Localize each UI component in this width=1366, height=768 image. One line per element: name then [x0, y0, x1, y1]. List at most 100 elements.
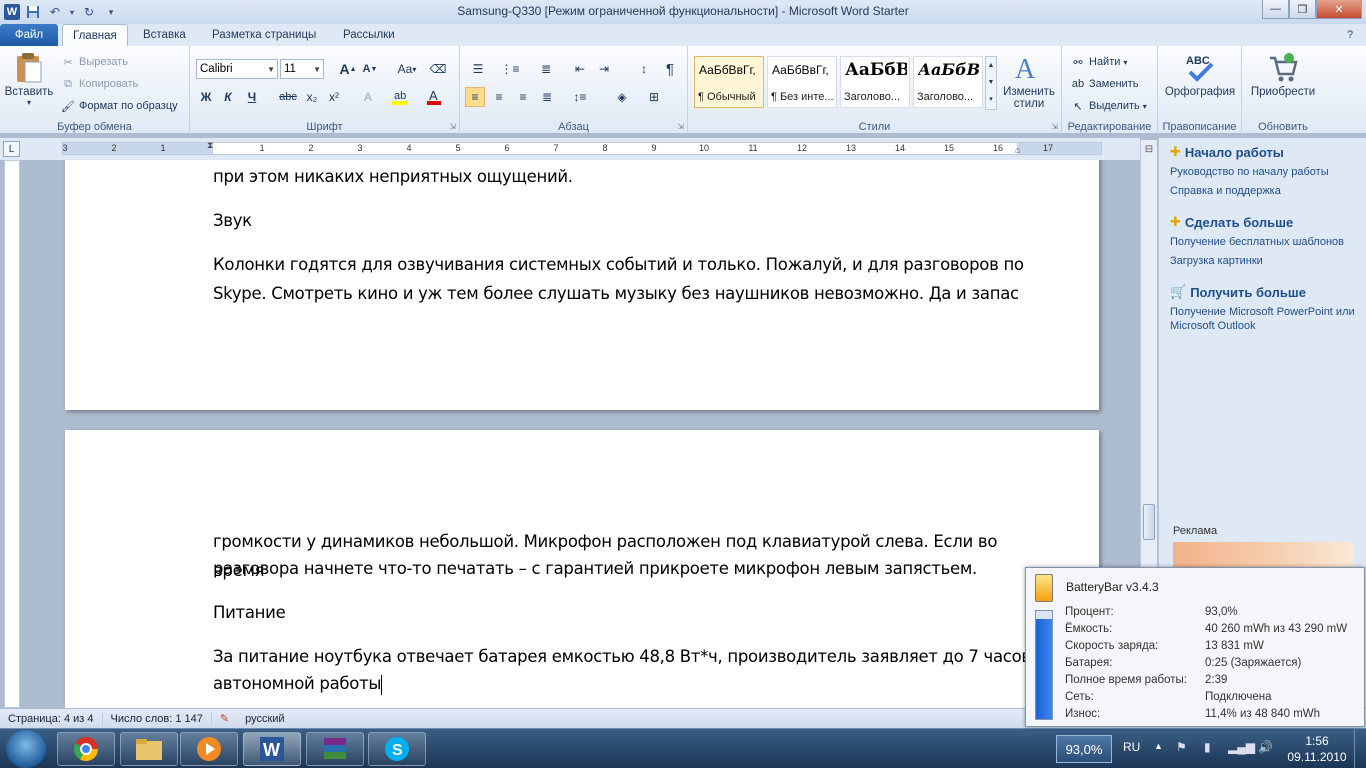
font-size-select[interactable]: 11 ▼: [280, 59, 324, 79]
heading-power[interactable]: Питание: [213, 598, 1033, 627]
style-heading-1[interactable]: АаБбВ Заголово...: [840, 56, 910, 108]
right-indent-marker-icon[interactable]: ⌂: [1015, 145, 1025, 155]
tab-home[interactable]: Главная: [62, 24, 128, 46]
dialog-launcher-icon[interactable]: ⇲: [677, 122, 684, 131]
superscript-button[interactable]: x²: [324, 87, 344, 107]
paragraph-last[interactable]: автономной работы: [213, 669, 383, 698]
highlight-button[interactable]: ab: [388, 87, 414, 107]
line-spacing-icon[interactable]: ↕≡: [570, 87, 590, 107]
grow-font-button[interactable]: A ▲: [338, 59, 358, 79]
paragraph[interactable]: разговора начнете что-то печатать – с га…: [213, 554, 1033, 583]
align-right-icon[interactable]: ≡: [513, 87, 533, 107]
tab-file[interactable]: Файл: [0, 24, 58, 46]
strikethrough-button[interactable]: abc: [276, 87, 300, 107]
tab-selector[interactable]: L: [3, 141, 20, 157]
page-3[interactable]: при этом никаких неприятных ощущений. Зв…: [65, 160, 1099, 410]
tab-mailings[interactable]: Рассылки: [343, 24, 395, 46]
redo-icon[interactable]: ↻: [80, 3, 98, 21]
bold-button[interactable]: Ж: [196, 87, 216, 107]
paragraph[interactable]: За питание ноутбука отвечает батарея емк…: [213, 642, 1033, 671]
chrome-icon[interactable]: [57, 732, 115, 766]
start-button[interactable]: [6, 730, 46, 768]
find-button[interactable]: ⚯ Найти ▾: [1070, 54, 1127, 70]
subscript-button[interactable]: x₂: [302, 87, 322, 107]
select-button[interactable]: ↖ Выделить ▾: [1070, 98, 1146, 114]
style-heading-2[interactable]: АаБбВе Заголово...: [913, 56, 983, 108]
justify-icon[interactable]: ≣: [537, 87, 557, 107]
clear-format-icon[interactable]: ⌫: [428, 59, 448, 79]
page-count[interactable]: Страница: 4 из 4: [0, 712, 103, 725]
shrink-font-button[interactable]: A ▼: [360, 59, 380, 79]
font-color-button[interactable]: A: [422, 87, 448, 107]
paragraph[interactable]: Skype. Смотреть кино и уж тем более слуш…: [213, 279, 1033, 308]
paste-dropdown-icon[interactable]: ▾: [4, 98, 54, 107]
tab-insert[interactable]: Вставка: [143, 24, 186, 46]
minimize-button[interactable]: —: [1262, 0, 1289, 19]
replace-button[interactable]: ab Заменить: [1070, 76, 1139, 92]
font-name-select[interactable]: Calibri ▼: [196, 59, 278, 79]
word-icon[interactable]: W: [243, 732, 301, 766]
view-ruler-icon[interactable]: ⊟: [1143, 144, 1155, 156]
skype-icon[interactable]: S: [368, 732, 426, 766]
undo-icon[interactable]: ↶: [46, 3, 64, 21]
horizontal-ruler[interactable]: L 3 2 1 1 2 3 4 5 6 7 8 9 10 11 12 13 14…: [0, 138, 1140, 160]
dialog-launcher-icon[interactable]: ⇲: [449, 122, 456, 131]
customize-qat-icon[interactable]: ▾: [102, 3, 120, 21]
power-icon[interactable]: ▮: [1204, 740, 1211, 754]
ruler-bar[interactable]: 3 2 1 1 2 3 4 5 6 7 8 9 10 11 12 13 14 1…: [62, 140, 1102, 156]
page-4[interactable]: громкости у динамиков небольшой. Микрофо…: [65, 430, 1099, 708]
tab-page-layout[interactable]: Разметка страницы: [212, 24, 316, 46]
clipart-link[interactable]: Загрузка картинки: [1170, 254, 1360, 268]
style-normal[interactable]: АаБбВвГг, ¶ Обычный: [694, 56, 764, 108]
italic-button[interactable]: К: [218, 87, 238, 107]
shading-icon[interactable]: ◈: [612, 87, 632, 107]
getting-started-link[interactable]: Руководство по началу работы: [1170, 165, 1360, 179]
paragraph[interactable]: Колонки годятся для озвучивания системны…: [213, 250, 1033, 279]
powerpoint-outlook-link[interactable]: Получение Microsoft PowerPoint или Micro…: [1170, 305, 1360, 333]
undo-dropdown-icon[interactable]: ▾: [68, 3, 76, 21]
show-desktop-button[interactable]: [1354, 729, 1366, 768]
styles-scroll[interactable]: ▲ ▼ ▾: [985, 56, 997, 110]
clock[interactable]: 1:56 09.11.2010: [1282, 733, 1352, 765]
format-painter-button[interactable]: 🖌 Формат по образцу: [60, 98, 178, 114]
templates-link[interactable]: Получение бесплатных шаблонов: [1170, 235, 1360, 249]
purchase-button[interactable]: Приобрести: [1244, 52, 1322, 98]
winrar-icon[interactable]: [306, 732, 364, 766]
style-no-spacing[interactable]: АаБбВвГг, ¶ Без инте...: [767, 56, 837, 108]
align-left-icon[interactable]: ≡: [465, 87, 485, 107]
close-button[interactable]: ✕: [1316, 0, 1362, 19]
change-case-button[interactable]: Aa ▾: [393, 59, 421, 79]
proofing-icon[interactable]: ✎: [212, 712, 237, 725]
heading-sound[interactable]: Звук: [213, 206, 1033, 235]
increase-indent-icon[interactable]: ⇥: [594, 59, 614, 79]
batterybar-tray[interactable]: 93,0%: [1056, 735, 1112, 763]
borders-icon[interactable]: ⊞: [644, 87, 664, 107]
show-formatting-button[interactable]: ¶: [660, 59, 680, 79]
multilevel-list-icon[interactable]: ≣: [536, 59, 556, 79]
numbering-icon[interactable]: ⋮≡: [500, 59, 520, 79]
word-logo-icon[interactable]: W: [4, 4, 20, 20]
sort-icon[interactable]: ↕: [634, 59, 654, 79]
language-indicator[interactable]: русский: [237, 713, 292, 725]
bullets-icon[interactable]: ☰: [468, 59, 488, 79]
paste-button[interactable]: Вставить ▾: [4, 52, 54, 107]
maximize-button[interactable]: ❐: [1289, 0, 1316, 19]
help-icon[interactable]: ?: [1342, 27, 1358, 43]
save-icon[interactable]: [24, 3, 42, 21]
show-hidden-icons[interactable]: ▲: [1154, 741, 1163, 751]
spelling-button[interactable]: ABC Орфография: [1160, 52, 1240, 98]
copy-button[interactable]: ⧉ Копировать: [60, 76, 138, 92]
underline-button[interactable]: Ч: [242, 87, 262, 107]
language-tray[interactable]: RU: [1123, 740, 1140, 754]
dialog-launcher-icon[interactable]: ⇲: [1051, 122, 1058, 131]
indent-marker-icon[interactable]: ⧗: [207, 140, 217, 156]
decrease-indent-icon[interactable]: ⇤: [570, 59, 590, 79]
explorer-icon[interactable]: [120, 732, 178, 766]
word-count[interactable]: Число слов: 1 147: [103, 712, 212, 725]
volume-icon[interactable]: 🔊: [1258, 740, 1273, 754]
align-center-icon[interactable]: ≡: [489, 87, 509, 107]
help-link[interactable]: Справка и поддержка: [1170, 184, 1360, 198]
network-icon[interactable]: ▂▄▆: [1228, 740, 1255, 754]
text-effects-icon[interactable]: A: [358, 87, 378, 107]
cut-button[interactable]: ✂ Вырезать: [60, 54, 128, 70]
